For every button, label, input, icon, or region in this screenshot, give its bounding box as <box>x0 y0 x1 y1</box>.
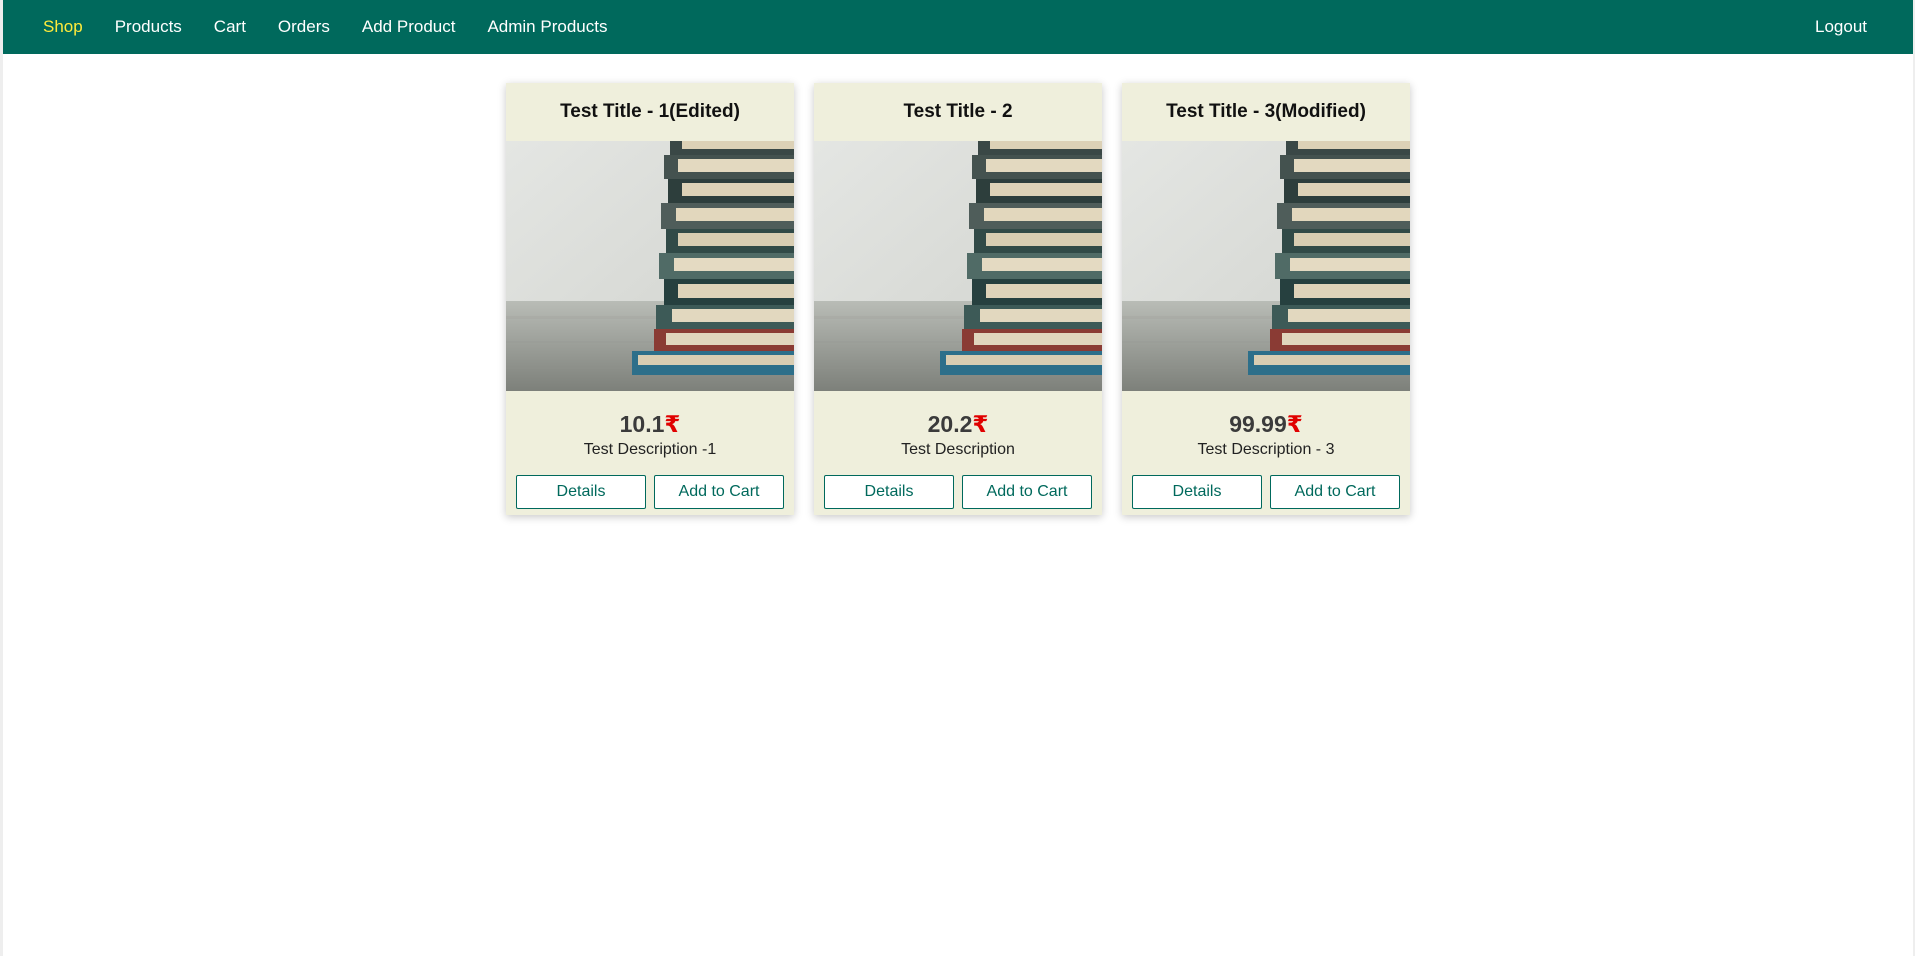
product-title: Test Title - 3(Modified) <box>1166 101 1366 122</box>
price-value: 20.2 <box>927 411 973 437</box>
add-to-cart-button[interactable]: Add to Cart <box>654 475 784 509</box>
add-to-cart-button[interactable]: Add to Cart <box>962 475 1092 509</box>
product-actions: Details Add to Cart <box>1122 459 1410 515</box>
product-description: Test Description <box>901 441 1015 458</box>
rupee-icon: ₹ <box>972 411 989 437</box>
product-card-header: Test Title - 3(Modified) <box>1122 83 1410 141</box>
details-button[interactable]: Details <box>1132 475 1262 509</box>
nav-link-orders[interactable]: Orders <box>278 17 330 36</box>
product-title: Test Title - 1(Edited) <box>560 101 740 122</box>
nav-item-add-product: Add Product <box>362 17 456 37</box>
product-card: Test Title - 2 20.2₹ Test Description De… <box>814 83 1102 515</box>
product-price: 99.99₹ <box>1122 411 1410 438</box>
nav-link-products[interactable]: Products <box>115 17 182 36</box>
details-button[interactable]: Details <box>824 475 954 509</box>
product-actions: Details Add to Cart <box>506 459 794 515</box>
product-content: 10.1₹ Test Description -1 <box>506 391 794 459</box>
product-grid: Test Title - 1(Edited) 10.1₹ Test Descri… <box>3 54 1913 515</box>
product-price: 20.2₹ <box>814 411 1102 438</box>
nav-list: Shop Products Cart Orders Add Product Ad… <box>43 17 639 37</box>
product-image <box>506 141 794 391</box>
product-image <box>1122 141 1410 391</box>
price-value: 99.99 <box>1229 411 1287 437</box>
app-frame: Shop Products Cart Orders Add Product Ad… <box>0 0 1915 956</box>
product-card-header: Test Title - 1(Edited) <box>506 83 794 141</box>
nav-link-shop[interactable]: Shop <box>43 17 83 36</box>
nav-item-admin-products: Admin Products <box>487 17 607 37</box>
nav-link-cart[interactable]: Cart <box>214 17 246 36</box>
product-content: 99.99₹ Test Description - 3 <box>1122 391 1410 459</box>
product-price: 10.1₹ <box>506 411 794 438</box>
details-button[interactable]: Details <box>516 475 646 509</box>
add-to-cart-button[interactable]: Add to Cart <box>1270 475 1400 509</box>
product-description: Test Description -1 <box>583 441 717 458</box>
rupee-icon: ₹ <box>1286 411 1303 437</box>
nav-item-shop: Shop <box>43 17 83 37</box>
product-card-header: Test Title - 2 <box>814 83 1102 141</box>
product-actions: Details Add to Cart <box>814 459 1102 515</box>
product-image <box>814 141 1102 391</box>
nav-item-cart: Cart <box>214 17 246 37</box>
product-description: Test Description - 3 <box>1197 441 1335 458</box>
nav-link-add-product[interactable]: Add Product <box>362 17 456 36</box>
logout-link[interactable]: Logout <box>1815 17 1867 37</box>
nav-item-products: Products <box>115 17 182 37</box>
rupee-icon: ₹ <box>664 411 681 437</box>
main-nav: Shop Products Cart Orders Add Product Ad… <box>43 17 639 37</box>
price-value: 10.1 <box>619 411 665 437</box>
main-navbar: Shop Products Cart Orders Add Product Ad… <box>3 0 1913 54</box>
product-content: 20.2₹ Test Description <box>814 391 1102 459</box>
product-card: Test Title - 3(Modified) 99.99₹ Test Des… <box>1122 83 1410 515</box>
nav-item-orders: Orders <box>278 17 330 37</box>
nav-link-admin-products[interactable]: Admin Products <box>487 17 607 36</box>
product-card: Test Title - 1(Edited) 10.1₹ Test Descri… <box>506 83 794 515</box>
product-title: Test Title - 2 <box>903 101 1013 122</box>
